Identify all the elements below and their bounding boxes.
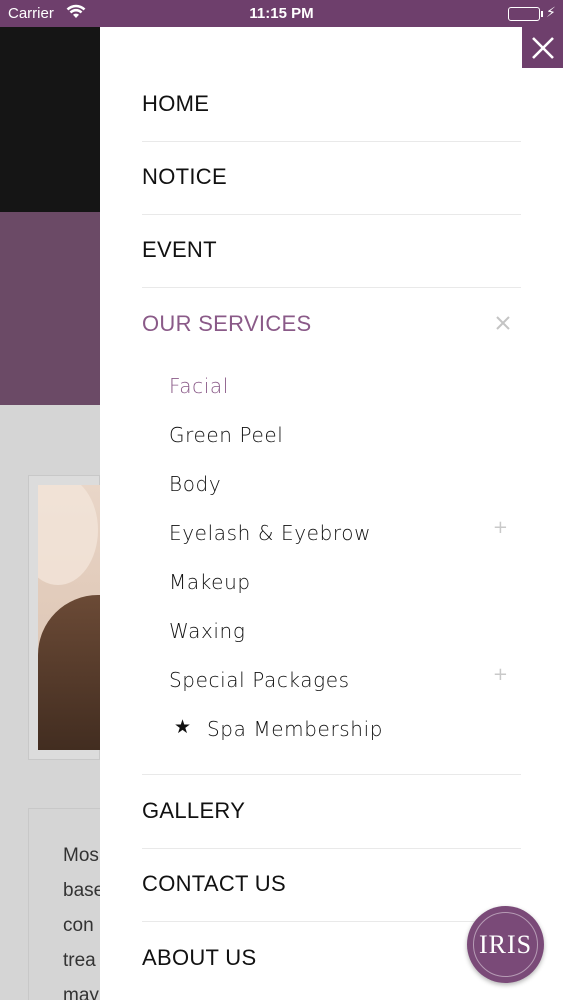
menu-item-contact-us[interactable]: CONTACT US (142, 871, 521, 897)
menu-divider (142, 848, 521, 849)
submenu-item-waxing[interactable]: Waxing (169, 619, 245, 643)
menu-divider (142, 774, 521, 775)
battery-tip (541, 11, 543, 17)
submenu-item-special-packages[interactable]: Special Packages (169, 668, 350, 692)
hero-banner (0, 212, 100, 405)
intro-text-line: con (63, 915, 94, 936)
intro-text-line: trea (63, 950, 96, 971)
submenu-item-eyelash-eyebrow[interactable]: Eyelash & Eyebrow (169, 521, 371, 545)
status-bar: Carrier 11:15 PM ⚡ (0, 0, 563, 27)
submenu-item-makeup[interactable]: Makeup (169, 570, 251, 594)
submenu-item-body[interactable]: Body (169, 472, 221, 496)
submenu-item-facial[interactable]: Facial (169, 374, 229, 398)
intro-text-box: Mos base con trea may (28, 808, 100, 1000)
submenu-item-spa-membership[interactable]: Spa Membership (207, 717, 383, 741)
star-icon: ★ (174, 716, 192, 738)
bolt-icon: ⚡ (546, 4, 556, 20)
header-banner (0, 27, 100, 212)
battery-icon (508, 7, 540, 21)
menu-item-event[interactable]: EVENT (142, 237, 521, 263)
submenu-item-green-peel[interactable]: Green Peel (169, 423, 283, 447)
close-icon (531, 36, 554, 59)
expand-plus-icon[interactable]: + (493, 664, 508, 685)
menu-item-our-services[interactable]: OUR SERVICES (142, 311, 521, 337)
model-photo (38, 485, 100, 750)
menu-item-gallery[interactable]: GALLERY (142, 798, 521, 824)
close-button[interactable] (522, 27, 563, 68)
intro-text-line: may (63, 985, 99, 1000)
menu-item-about-us[interactable]: ABOUT US (142, 945, 521, 971)
menu-divider (142, 141, 521, 142)
menu-divider (142, 287, 521, 288)
menu-divider (142, 921, 521, 922)
logo-text: IRIS (478, 929, 533, 959)
navigation-drawer: HOME NOTICE EVENT OUR SERVICES Facial Gr… (100, 27, 563, 1000)
menu-item-notice[interactable]: NOTICE (142, 164, 521, 190)
menu-item-home[interactable]: HOME (142, 91, 521, 117)
clock: 11:15 PM (249, 5, 314, 22)
collapse-icon[interactable] (495, 315, 511, 336)
intro-text-line: Mos (63, 845, 99, 866)
intro-text-line: base (63, 880, 100, 901)
expand-plus-icon[interactable]: + (493, 517, 508, 538)
iris-logo-button[interactable]: IRIS (467, 906, 544, 983)
menu-divider (142, 214, 521, 215)
